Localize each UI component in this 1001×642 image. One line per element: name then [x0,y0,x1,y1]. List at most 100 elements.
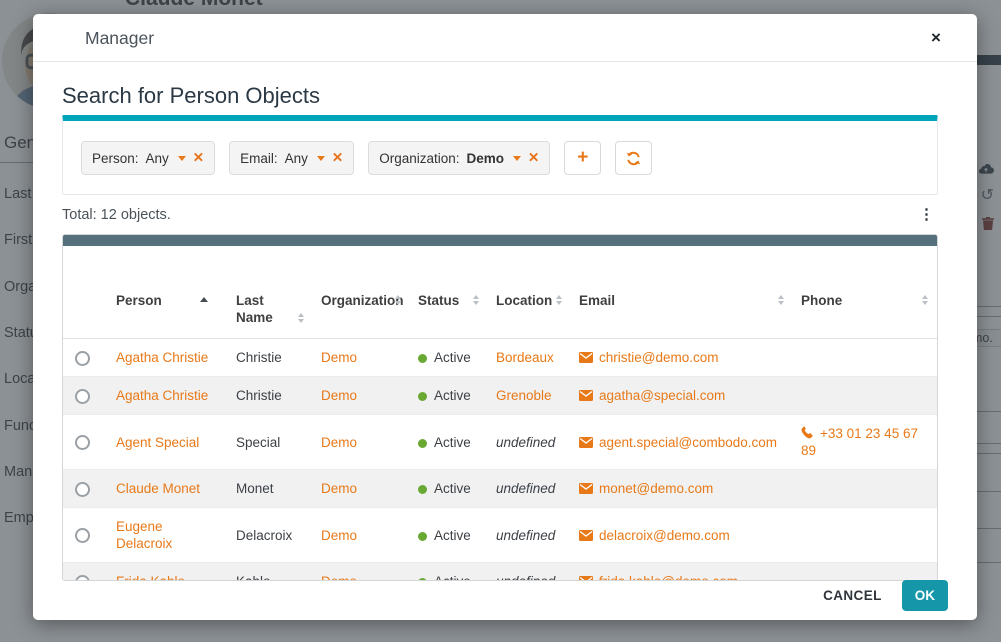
column-location[interactable]: Location [488,246,571,339]
envelope-icon [579,437,593,448]
total-count: Total: 12 objects. [62,207,171,223]
status-dot [418,439,427,448]
table-row: Agatha Christie Christie Demo Active Gre… [63,377,937,415]
status-dot [418,485,427,494]
phone-icon [801,426,814,439]
manager-dialog: Manager × Search for Person Objects Pers… [33,14,977,620]
sort-icon [556,295,562,305]
search-heading: Search for Person Objects [62,84,938,108]
table-row: Claude Monet Monet Demo Active undefined… [63,470,937,508]
chip-value: Demo [467,151,505,166]
row-radio[interactable] [75,389,90,404]
phone-link[interactable]: +33 01 23 45 67 89 [801,426,918,458]
remove-filter-icon[interactable]: ✕ [528,150,539,166]
results-table: Person Last Name Organization Statu [63,246,937,581]
person-link[interactable]: Agatha Christie [116,350,208,365]
table-row: Agent Special Special Demo Active undefi… [63,415,937,470]
person-link[interactable]: Claude Monet [116,481,200,496]
column-phone[interactable]: Phone [793,246,937,339]
column-status[interactable]: Status [410,246,488,339]
person-link[interactable]: Agent Special [116,435,199,450]
location-undefined: undefined [496,528,555,543]
column-organization[interactable]: Organization [313,246,410,339]
location-undefined: undefined [496,481,555,496]
email-link[interactable]: monet@demo.com [599,481,713,496]
chip-label: Email: [240,151,278,166]
cancel-button[interactable]: CANCEL [823,588,882,603]
organization-link[interactable]: Demo [321,388,357,403]
location-undefined: undefined [496,574,555,581]
ok-button[interactable]: OK [902,580,948,611]
person-link[interactable]: Eugene Delacroix [116,519,172,551]
dialog-body: Search for Person Objects Person: Any ✕ … [33,84,977,581]
results-table-container: Person Last Name Organization Statu [62,234,938,581]
location-link[interactable]: Bordeaux [496,350,554,365]
status-text: Active [434,481,471,496]
location-undefined: undefined [496,435,555,450]
sort-icon [298,313,304,323]
status-text: Active [434,574,471,581]
status-text: Active [434,350,471,365]
row-radio[interactable] [75,351,90,366]
email-link[interactable]: frida.kahlo@demo.com [599,574,738,581]
email-link[interactable]: agent.special@combodo.com [599,435,777,450]
dialog-footer: CANCEL OK [823,580,948,611]
last-name: Monet [236,481,274,496]
envelope-icon [579,576,593,581]
refresh-icon [626,151,641,166]
envelope-icon [579,530,593,541]
add-filter-button[interactable]: + [564,141,601,175]
email-link[interactable]: christie@demo.com [599,350,719,365]
organization-link[interactable]: Demo [321,528,357,543]
remove-filter-icon[interactable]: ✕ [332,150,343,166]
filter-chip-email[interactable]: Email: Any ✕ [229,141,354,175]
close-icon[interactable]: × [925,27,947,49]
dialog-header: Manager × [33,14,977,62]
row-radio[interactable] [75,482,90,497]
organization-link[interactable]: Demo [321,481,357,496]
chip-value: Any [146,151,169,166]
chip-value: Any [285,151,308,166]
column-select [63,246,108,339]
column-last-name[interactable]: Last Name [228,246,313,339]
organization-link[interactable]: Demo [321,435,357,450]
email-link[interactable]: agatha@special.com [599,388,725,403]
status-dot [418,578,427,581]
chip-label: Person: [92,151,139,166]
chevron-down-icon[interactable] [178,156,186,161]
filter-chip-person[interactable]: Person: Any ✕ [81,141,215,175]
person-link[interactable]: Frida Kahlo [116,574,185,581]
email-link[interactable]: delacroix@demo.com [599,528,730,543]
status-dot [418,532,427,541]
remove-filter-icon[interactable]: ✕ [193,150,204,166]
filter-chip-organization[interactable]: Organization: Demo ✕ [368,141,550,175]
last-name: Christie [236,350,282,365]
refresh-button[interactable] [615,141,652,175]
table-menu-icon[interactable]: ⋮ [919,208,934,222]
chevron-down-icon[interactable] [513,156,521,161]
last-name: Kahlo [236,574,271,581]
status-dot [418,392,427,401]
last-name: Christie [236,388,282,403]
person-link[interactable]: Agatha Christie [116,388,208,403]
envelope-icon [579,483,593,494]
organization-link[interactable]: Demo [321,574,357,581]
location-link[interactable]: Grenoble [496,388,552,403]
row-radio[interactable] [75,528,90,543]
organization-link[interactable]: Demo [321,350,357,365]
column-person[interactable]: Person [108,246,228,339]
column-email[interactable]: Email [571,246,793,339]
envelope-icon [579,352,593,363]
table-header-row: Person Last Name Organization Statu [63,246,937,339]
table-row: Agatha Christie Christie Demo Active Bor… [63,339,937,377]
status-dot [418,354,427,363]
chevron-down-icon[interactable] [317,156,325,161]
status-text: Active [434,435,471,450]
sort-icon [922,295,928,305]
row-radio[interactable] [75,575,90,581]
row-radio[interactable] [75,435,90,450]
filter-chip-row: Person: Any ✕ Email: Any ✕ Organization:… [81,141,919,175]
last-name: Special [236,435,280,450]
sort-ascending-icon [200,297,208,302]
table-row: Frida Kahlo Kahlo Demo Active undefined … [63,563,937,582]
